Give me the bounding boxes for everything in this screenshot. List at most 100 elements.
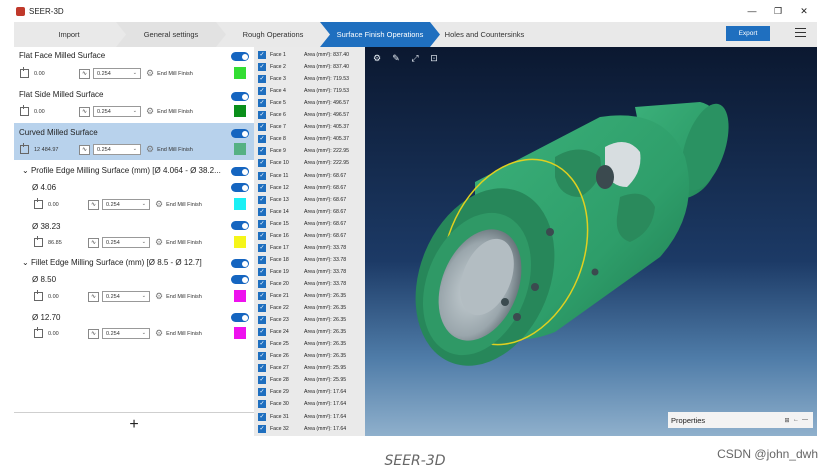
face-row[interactable]: ✓ Face 13 Area (mm²): 68.67 xyxy=(254,194,365,206)
step-general-settings[interactable]: General settings xyxy=(116,22,226,47)
face-row[interactable]: ✓ Face 16 Area (mm²): 68.67 xyxy=(254,230,365,242)
export-button[interactable]: Export xyxy=(726,26,770,41)
face-row[interactable]: ✓ Face 29 Area (mm²): 17.64 xyxy=(254,386,365,398)
face-checkbox[interactable]: ✓ xyxy=(258,267,266,276)
fillet-12-color-swatch[interactable] xyxy=(234,327,246,339)
face-checkbox[interactable]: ✓ xyxy=(258,255,266,264)
profile-38-color-swatch[interactable] xyxy=(234,236,246,248)
flat-side-tolerance-select[interactable]: 0.254 ⌄ xyxy=(93,106,141,117)
collapse-icon[interactable]: ← xyxy=(792,416,800,424)
fillet-8-color-swatch[interactable] xyxy=(234,290,246,302)
fillet-edge-toggle[interactable] xyxy=(231,259,249,268)
face-checkbox[interactable]: ✓ xyxy=(258,316,266,325)
face-row[interactable]: ✓ Face 3 Area (mm²): 719.53 xyxy=(254,73,365,85)
face-row[interactable]: ✓ Face 4 Area (mm²): 719.53 xyxy=(254,85,365,97)
face-row[interactable]: ✓ Face 21 Area (mm²): 26.35 xyxy=(254,290,365,302)
face-row[interactable]: ✓ Face 31 Area (mm²): 17.64 xyxy=(254,411,365,423)
part-model[interactable] xyxy=(365,47,817,436)
face-checkbox[interactable]: ✓ xyxy=(258,99,266,108)
face-checkbox[interactable]: ✓ xyxy=(258,111,266,120)
face-checkbox[interactable]: ✓ xyxy=(258,400,266,409)
curved-tolerance-select[interactable]: 0.254 ⌄ xyxy=(93,144,141,155)
face-checkbox[interactable]: ✓ xyxy=(258,51,266,59)
face-row[interactable]: ✓ Face 10 Area (mm²): 222.95 xyxy=(254,157,365,169)
flat-face-tolerance-select[interactable]: 0.254 ⌄ xyxy=(93,68,141,79)
step-import[interactable]: Import xyxy=(14,22,124,47)
face-checkbox[interactable]: ✓ xyxy=(258,412,266,421)
face-row[interactable]: ✓ Face 11 Area (mm²): 68.67 xyxy=(254,170,365,182)
step-holes-and-countersinks[interactable]: Holes and Countersinks xyxy=(432,22,537,47)
face-checkbox[interactable]: ✓ xyxy=(258,304,266,313)
pin-icon[interactable]: ⊞ xyxy=(783,416,791,424)
face-row[interactable]: ✓ Face 28 Area (mm²): 25.95 xyxy=(254,374,365,386)
gear-icon[interactable]: ⚙ xyxy=(155,199,163,210)
step-surface-finish-operations[interactable]: Surface Finish Operations xyxy=(320,22,440,47)
flat-side-toggle[interactable] xyxy=(231,92,249,101)
face-row[interactable]: ✓ Face 9 Area (mm²): 222.95 xyxy=(254,145,365,157)
face-row[interactable]: ✓ Face 15 Area (mm²): 68.67 xyxy=(254,218,365,230)
profile-edge-group-header[interactable]: ⌄ Profile Edge Milling Surface (mm) [Ø 4… xyxy=(22,166,221,175)
gear-icon[interactable]: ⚙ xyxy=(146,144,154,155)
face-checkbox[interactable]: ✓ xyxy=(258,159,266,168)
profile-4-toggle[interactable] xyxy=(231,183,249,192)
profile-38-toggle[interactable] xyxy=(231,221,249,230)
profile-edge-toggle[interactable] xyxy=(231,167,249,176)
face-row[interactable]: ✓ Face 14 Area (mm²): 68.67 xyxy=(254,206,365,218)
face-checkbox[interactable]: ✓ xyxy=(258,75,266,84)
minimize-button[interactable]: — xyxy=(739,0,765,22)
face-checkbox[interactable]: ✓ xyxy=(258,231,266,240)
face-checkbox[interactable]: ✓ xyxy=(258,87,266,96)
face-row[interactable]: ✓ Face 19 Area (mm²): 33.78 xyxy=(254,266,365,278)
fillet-edge-group-header[interactable]: ⌄ Fillet Edge Milling Surface (mm) [Ø 8.… xyxy=(22,258,202,267)
face-row[interactable]: ✓ Face 18 Area (mm²): 33.78 xyxy=(254,254,365,266)
face-row[interactable]: ✓ Face 12 Area (mm²): 68.67 xyxy=(254,182,365,194)
menu-icon[interactable] xyxy=(795,28,806,37)
minimize-icon[interactable]: — xyxy=(801,416,809,424)
face-row[interactable]: ✓ Face 25 Area (mm²): 26.35 xyxy=(254,338,365,350)
face-checkbox[interactable]: ✓ xyxy=(258,207,266,216)
face-row[interactable]: ✓ Face 17 Area (mm²): 33.78 xyxy=(254,242,365,254)
face-checkbox[interactable]: ✓ xyxy=(258,63,266,72)
face-checkbox[interactable]: ✓ xyxy=(258,352,266,361)
face-checkbox[interactable]: ✓ xyxy=(258,135,266,144)
face-row[interactable]: ✓ Face 24 Area (mm²): 26.35 xyxy=(254,326,365,338)
gear-icon[interactable]: ⚙ xyxy=(155,291,163,302)
face-row[interactable]: ✓ Face 32 Area (mm²): 17.64 xyxy=(254,423,365,435)
restore-button[interactable]: ❐ xyxy=(765,0,791,22)
profile-38-tolerance-select[interactable]: 0.254 ⌄ xyxy=(102,237,150,248)
face-checkbox[interactable]: ✓ xyxy=(258,376,266,385)
face-row[interactable]: ✓ Face 8 Area (mm²): 405.37 xyxy=(254,133,365,145)
face-row[interactable]: ✓ Face 27 Area (mm²): 25.95 xyxy=(254,362,365,374)
face-row[interactable]: ✓ Face 22 Area (mm²): 26.35 xyxy=(254,302,365,314)
add-surface-button[interactable]: + xyxy=(14,412,254,436)
3d-viewport[interactable]: ⚙ ✎ ⤢ ⊡ Properties ⊞ ← — xyxy=(365,47,817,436)
face-checkbox[interactable]: ✓ xyxy=(258,328,266,337)
gear-icon[interactable]: ⚙ xyxy=(146,68,154,79)
face-row[interactable]: ✓ Face 2 Area (mm²): 837.40 xyxy=(254,61,365,73)
fillet-8-toggle[interactable] xyxy=(231,275,249,284)
face-checkbox[interactable]: ✓ xyxy=(258,171,266,180)
face-checkbox[interactable]: ✓ xyxy=(258,147,266,156)
gear-icon[interactable]: ⚙ xyxy=(155,328,163,339)
face-checkbox[interactable]: ✓ xyxy=(258,424,266,433)
face-row[interactable]: ✓ Face 20 Area (mm²): 33.78 xyxy=(254,278,365,290)
face-checkbox[interactable]: ✓ xyxy=(258,388,266,397)
flat-face-color-swatch[interactable] xyxy=(234,67,246,79)
flat-face-toggle[interactable] xyxy=(231,52,249,61)
face-checkbox[interactable]: ✓ xyxy=(258,219,266,228)
profile-4-tolerance-select[interactable]: 0.254 ⌄ xyxy=(102,199,150,210)
face-checkbox[interactable]: ✓ xyxy=(258,279,266,288)
profile-4-color-swatch[interactable] xyxy=(234,198,246,210)
face-checkbox[interactable]: ✓ xyxy=(258,340,266,349)
gear-icon[interactable]: ⚙ xyxy=(146,106,154,117)
curved-color-swatch[interactable] xyxy=(234,143,246,155)
close-button[interactable]: ✕ xyxy=(791,0,817,22)
fillet-8-tolerance-select[interactable]: 0.254 ⌄ xyxy=(102,291,150,302)
face-checkbox[interactable]: ✓ xyxy=(258,195,266,204)
fillet-12-tolerance-select[interactable]: 0.254 ⌄ xyxy=(102,328,150,339)
fillet-12-toggle[interactable] xyxy=(231,313,249,322)
step-rough-operations[interactable]: Rough Operations xyxy=(218,22,328,47)
face-row[interactable]: ✓ Face 23 Area (mm²): 26.35 xyxy=(254,314,365,326)
face-row[interactable]: ✓ Face 6 Area (mm²): 496.57 xyxy=(254,109,365,121)
face-row[interactable]: ✓ Face 7 Area (mm²): 405.37 xyxy=(254,121,365,133)
